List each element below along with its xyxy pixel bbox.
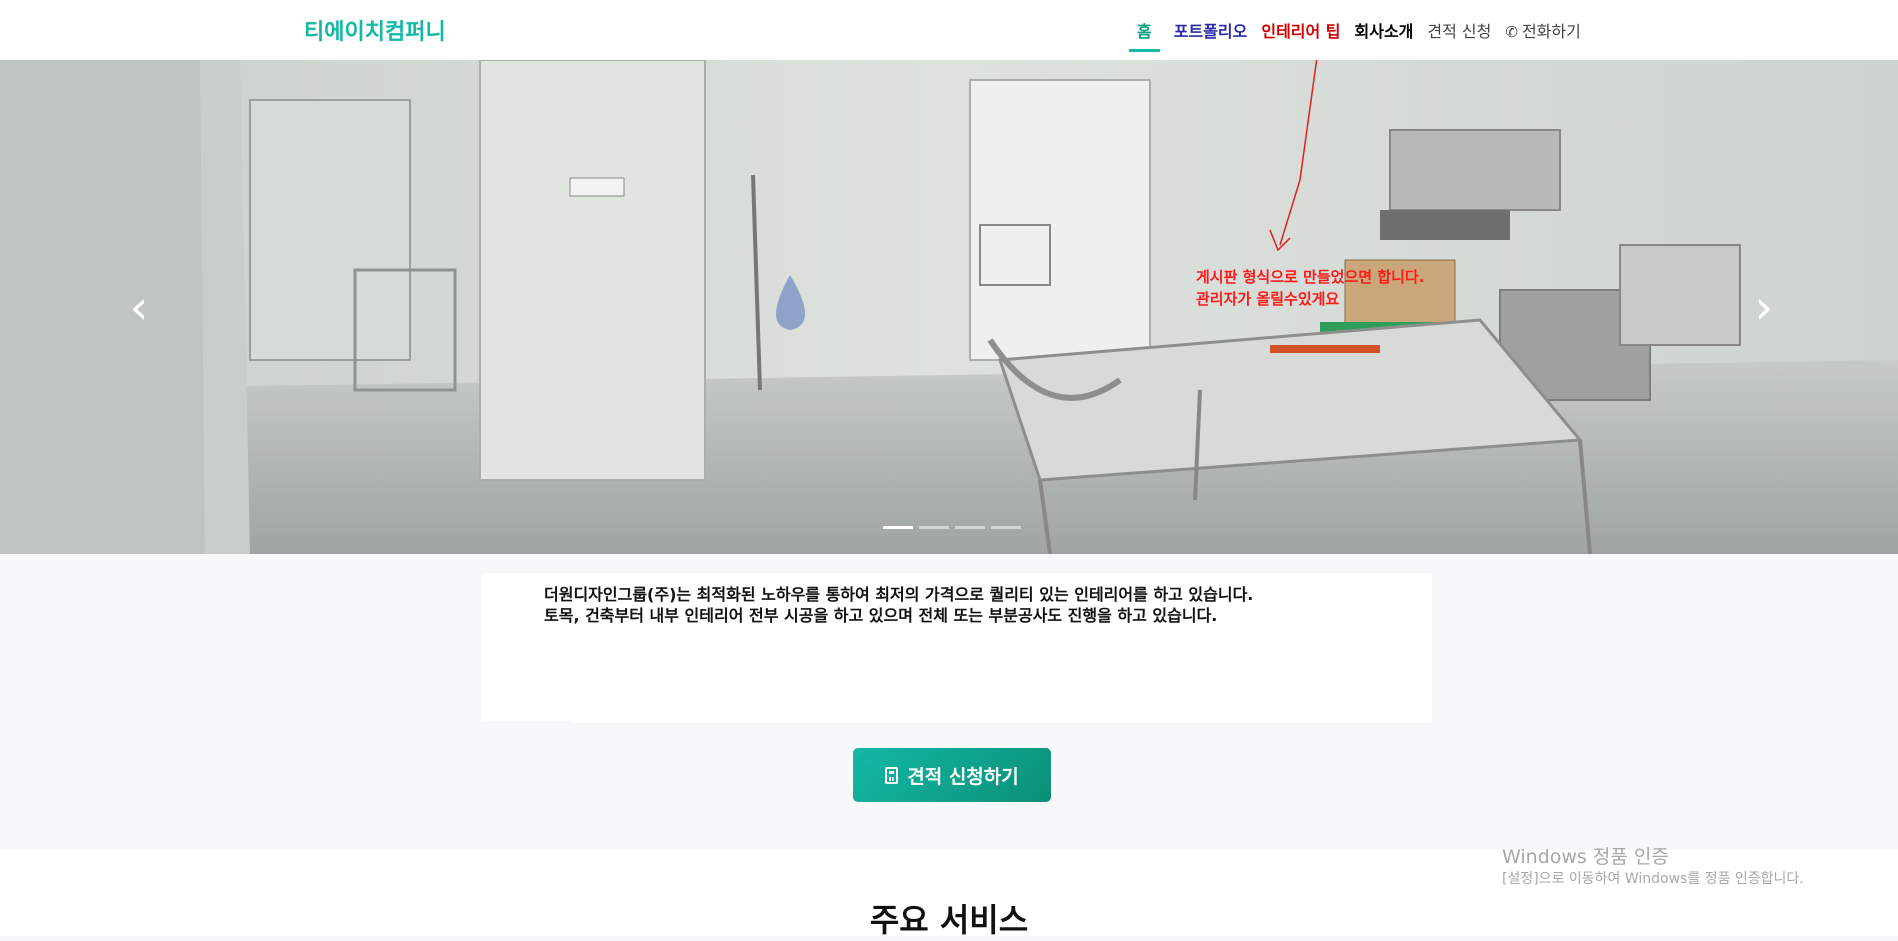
chevron-right-icon: › (1754, 280, 1774, 334)
carousel-prev-button[interactable]: ‹ (124, 282, 154, 332)
annotation-line-1: 게시판 형식으로 만들었으면 합니다. (1196, 268, 1425, 286)
chevron-left-icon: ‹ (129, 280, 149, 334)
nav-item-quote[interactable]: 견적 신청 (1427, 18, 1491, 42)
nav-item-phone-label: 전화하기 (1521, 22, 1581, 41)
carousel-indicator-1[interactable] (883, 526, 913, 529)
calculator-icon (885, 766, 899, 784)
quote-request-label: 견적 신청하기 (907, 765, 1019, 788)
nav-item-home[interactable]: 홈 (1129, 18, 1160, 52)
nav-item-portfolio[interactable]: 포트폴리오 (1174, 18, 1248, 42)
red-annotation-note: 게시판 형식으로 만들었으면 합니다. 관리자가 올릴수있게요 (1196, 266, 1424, 310)
carousel-indicator-3[interactable] (955, 526, 985, 529)
quote-request-button[interactable]: 견적 신청하기 (853, 748, 1051, 802)
intro-card-corner (482, 721, 572, 737)
phone-icon: ✆ (1505, 23, 1518, 41)
carousel-indicator-2[interactable] (919, 526, 949, 529)
intro-line-2: 토목, 건축부터 내부 인테리어 전부 시공을 하고 있으며 전체 또는 부분공… (544, 606, 1218, 625)
nav-menu: 홈 포트폴리오 인테리어 팁 회사소개 견적 신청 ✆ 전화하기 (1129, 18, 1595, 52)
services-title: 주요 서비스 (869, 901, 1029, 939)
carousel-indicator-4[interactable] (991, 526, 1021, 529)
annotation-line-2: 관리자가 올릴수있게요 (1196, 290, 1340, 308)
nav-item-interior-tip[interactable]: 인테리어 팁 (1261, 18, 1340, 42)
nav-item-phone[interactable]: ✆ 전화하기 (1505, 18, 1580, 42)
carousel-next-button[interactable]: › (1749, 282, 1779, 332)
intro-text: 더원디자인그룹(주)는 최적화된 노하우를 통하여 최저의 가격으로 퀄리티 있… (544, 584, 1253, 626)
windows-activation-watermark: Windows 정품 인증 [설정]으로 이동하여 Windows를 정품 인증… (1502, 846, 1804, 890)
watermark-title: Windows 정품 인증 (1502, 846, 1669, 868)
hero-slide-image (0, 60, 1898, 554)
watermark-subtitle: [설정]으로 이동하여 Windows를 정품 인증합니다. (1502, 871, 1804, 887)
nav-item-company[interactable]: 회사소개 (1355, 18, 1414, 42)
brand-logo[interactable]: 티에이치컴퍼니 (304, 14, 446, 46)
hero-carousel[interactable]: 게시판 형식으로 만들었으면 합니다. 관리자가 올릴수있게요 ‹ › (0, 60, 1898, 554)
top-navbar: 티에이치컴퍼니 홈 포트폴리오 인테리어 팁 회사소개 견적 신청 ✆ 전화하기 (0, 0, 1898, 61)
carousel-indicators (883, 526, 1027, 529)
intro-line-1: 더원디자인그룹(주)는 최적화된 노하우를 통하여 최저의 가격으로 퀄리티 있… (544, 585, 1254, 604)
